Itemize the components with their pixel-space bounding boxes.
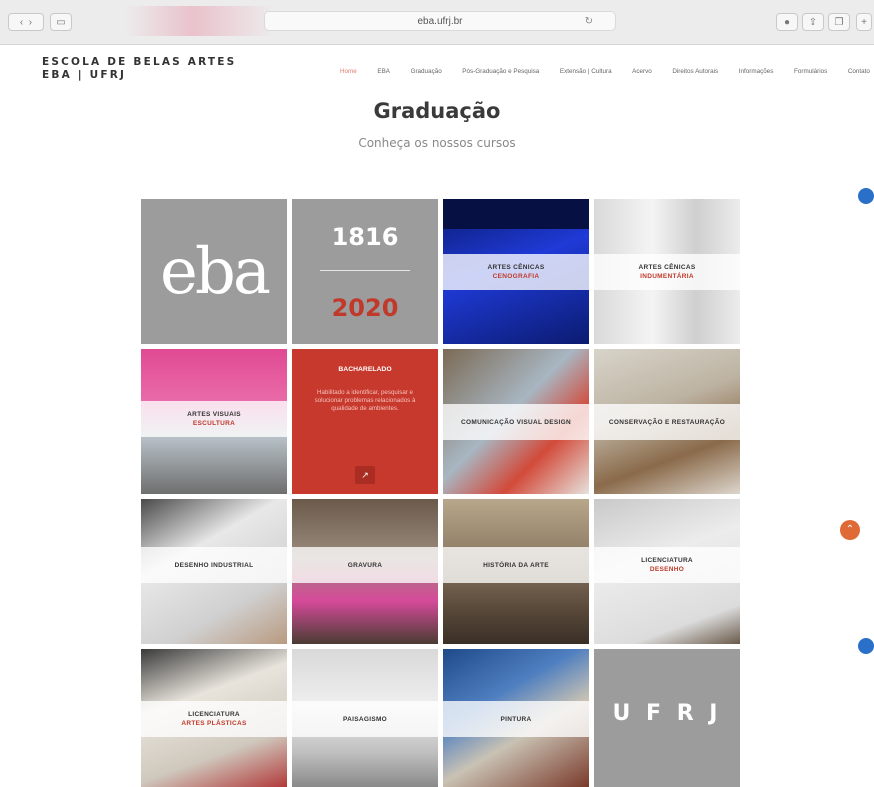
- tile-ufrj: U F R J: [594, 649, 740, 787]
- course-specialty: DESENHO: [649, 566, 685, 573]
- external-link-icon[interactable]: ↗: [355, 466, 375, 484]
- course-specialty: CENOGRAFIA: [492, 273, 540, 280]
- sidebar-icon: ▭: [56, 17, 66, 28]
- tile-pintura[interactable]: PINTURA: [443, 649, 589, 787]
- tile-comunicacao-visual[interactable]: COMUNICAÇÃO VISUAL DESIGN: [443, 349, 589, 494]
- sidebar-toggle-button[interactable]: ▭: [50, 13, 72, 31]
- nav-pos-graduacao[interactable]: Pós-Graduação e Pesquisa: [462, 68, 539, 75]
- back-icon[interactable]: ‹: [20, 17, 23, 28]
- course-label: PINTURA: [443, 701, 589, 737]
- course-label: LICENCIATURA DESENHO: [594, 547, 740, 583]
- main-nav: Home EBA Graduação Pós-Graduação e Pesqu…: [340, 68, 870, 75]
- tile-years: 1816 2020: [292, 199, 438, 344]
- chat-widget-icon-bottom[interactable]: [858, 638, 874, 654]
- tile-artes-cenicas-cenografia[interactable]: ARTES CÊNICAS CENOGRAFIA: [443, 199, 589, 344]
- course-grid: eba 1816 2020 ARTES CÊNICAS CENOGRAFIA A…: [141, 199, 740, 787]
- nav-formularios[interactable]: Formulários: [794, 68, 827, 75]
- tile-artes-visuais-escultura[interactable]: ARTES VISUAIS ESCULTURA: [141, 349, 287, 494]
- nav-graduacao[interactable]: Graduação: [411, 68, 442, 75]
- course-label: ARTES VISUAIS ESCULTURA: [141, 401, 287, 437]
- nav-extensao[interactable]: Extensão | Cultura: [560, 68, 612, 75]
- brand-line-1: ESCOLA DE BELAS ARTES: [42, 56, 237, 68]
- course-specialty: ESCULTURA: [192, 420, 236, 427]
- back-forward-buttons[interactable]: ‹ ›: [8, 13, 44, 31]
- tile-licenciatura-artes-plasticas[interactable]: LICENCIATURA ARTES PLÁSTICAS: [141, 649, 287, 787]
- course-name: LICENCIATURA: [188, 711, 240, 718]
- new-tab-button[interactable]: +: [856, 13, 872, 31]
- extension-button[interactable]: ●: [776, 13, 798, 31]
- plus-icon: +: [861, 17, 867, 28]
- reload-icon[interactable]: ↻: [585, 12, 593, 31]
- course-label: CONSERVAÇÃO E RESTAURAÇÃO: [594, 404, 740, 440]
- share-button[interactable]: ⇪: [802, 13, 824, 31]
- course-specialty: ARTES PLÁSTICAS: [181, 720, 247, 727]
- nav-contato[interactable]: Contato: [848, 68, 870, 75]
- course-name: DESENHO INDUSTRIAL: [174, 561, 254, 569]
- stage-top: [443, 199, 589, 229]
- course-name: GRAVURA: [347, 561, 383, 569]
- url-text: eba.ufrj.br: [417, 16, 463, 27]
- tile-conservacao-restauracao[interactable]: CONSERVAÇÃO E RESTAURAÇÃO: [594, 349, 740, 494]
- page-subtitle: Conheça os nossos cursos: [358, 136, 516, 150]
- ufrj-logo: U F R J: [612, 701, 722, 726]
- nav-home[interactable]: Home: [340, 68, 357, 75]
- brand-line-2: EBA | UFRJ: [42, 69, 127, 81]
- course-label: LICENCIATURA ARTES PLÁSTICAS: [141, 701, 287, 737]
- chevron-up-icon: ⌃: [845, 524, 855, 535]
- eba-logo: eba: [160, 235, 271, 309]
- course-specialty: INDUMENTÁRIA: [640, 273, 694, 280]
- tile-licenciatura-desenho[interactable]: LICENCIATURA DESENHO: [594, 499, 740, 644]
- tile-paisagismo[interactable]: PAISAGISMO: [292, 649, 438, 787]
- course-label: COMUNICAÇÃO VISUAL DESIGN: [443, 404, 589, 440]
- bacharelado-title: BACHARELADO: [338, 366, 392, 373]
- nav-direitos[interactable]: Direitos Autorais: [672, 68, 718, 75]
- tabs-button[interactable]: ❐: [828, 13, 850, 31]
- nav-acervo[interactable]: Acervo: [632, 68, 652, 75]
- nav-eba[interactable]: EBA: [377, 68, 390, 75]
- decorative-gradient: [125, 6, 275, 36]
- course-label: HISTÓRIA DA ARTE: [443, 547, 589, 583]
- course-name: CONSERVAÇÃO E RESTAURAÇÃO: [608, 418, 726, 426]
- course-label: ARTES CÊNICAS INDUMENTÁRIA: [594, 254, 740, 290]
- year-divider: [320, 270, 410, 271]
- tile-desenho-industrial[interactable]: DESENHO INDUSTRIAL: [141, 499, 287, 644]
- course-label: PAISAGISMO: [292, 701, 438, 737]
- course-name: PAISAGISMO: [342, 715, 388, 723]
- share-icon: ⇪: [808, 17, 818, 28]
- tile-historia-da-arte[interactable]: HISTÓRIA DA ARTE: [443, 499, 589, 644]
- tile-bacharelado[interactable]: BACHARELADO Habilitado a identificar, pe…: [292, 349, 438, 494]
- course-label: GRAVURA: [292, 547, 438, 583]
- address-bar[interactable]: eba.ufrj.br ↻: [264, 11, 616, 31]
- year-start: 1816: [331, 223, 399, 251]
- course-name: PINTURA: [500, 715, 532, 723]
- course-name: HISTÓRIA DA ARTE: [483, 561, 549, 569]
- tile-artes-cenicas-indumentaria[interactable]: ARTES CÊNICAS INDUMENTÁRIA: [594, 199, 740, 344]
- year-end: 2020: [331, 294, 399, 322]
- tile-gravura[interactable]: GRAVURA: [292, 499, 438, 644]
- site-brand[interactable]: ESCOLA DE BELAS ARTES EBA | UFRJ: [42, 56, 236, 82]
- course-name: LICENCIATURA: [641, 557, 693, 564]
- course-label: ARTES CÊNICAS CENOGRAFIA: [443, 254, 589, 290]
- tile-eba-logo: eba: [141, 199, 287, 344]
- chat-widget-icon-top[interactable]: [858, 188, 874, 204]
- tabs-icon: ❐: [834, 17, 844, 28]
- browser-toolbar: ‹ › ▭ eba.ufrj.br ↻ ● ⇪ ❐ +: [0, 0, 874, 45]
- course-name: ARTES CÊNICAS: [487, 264, 545, 271]
- course-label: DESENHO INDUSTRIAL: [141, 547, 287, 583]
- forward-icon[interactable]: ›: [29, 17, 32, 28]
- course-name: ARTES CÊNICAS: [638, 264, 696, 271]
- scroll-to-top-button[interactable]: ⌃: [840, 520, 860, 540]
- bacharelado-description: Habilitado a identificar, pesquisar e so…: [314, 389, 416, 412]
- page-title: Graduação: [373, 99, 501, 123]
- course-name: ARTES VISUAIS: [187, 411, 241, 418]
- course-name: COMUNICAÇÃO VISUAL DESIGN: [461, 418, 571, 426]
- shield-icon: ●: [783, 17, 791, 28]
- nav-informacoes[interactable]: Informações: [739, 68, 774, 75]
